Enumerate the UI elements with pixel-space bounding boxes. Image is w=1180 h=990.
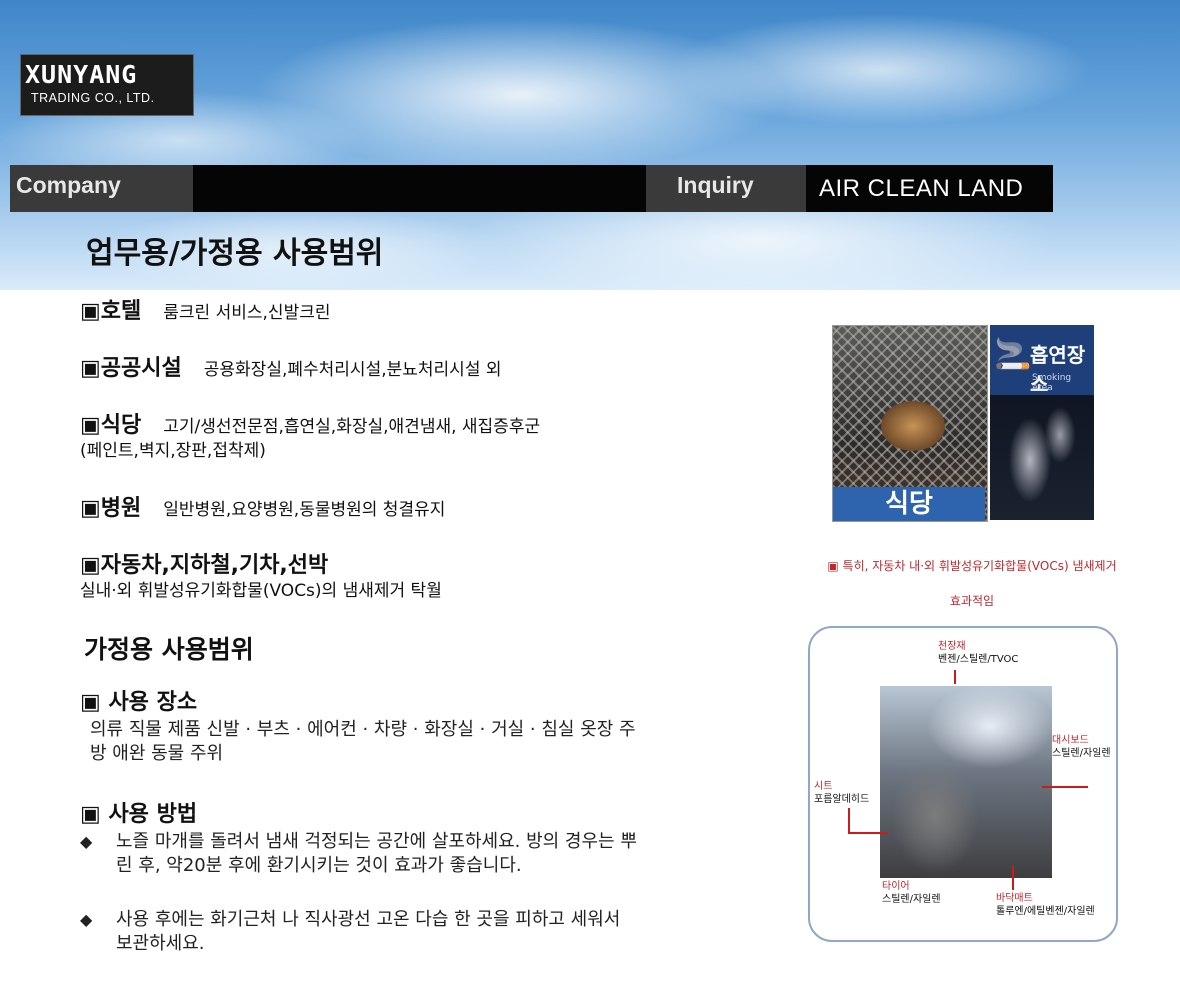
ceiling-arrow: [954, 670, 956, 684]
ceiling-desc: 벤젠/스틸렌/TVOC: [938, 654, 1019, 665]
use-section-hospital: ▣병원 일반병원,요양병원,동물병원의 청결유지: [80, 497, 445, 522]
usage-method-item: ◆ 노즐 마개를 돌려서 냄새 걱정되는 공간에 살포하세요. 방의 경우는 뿌…: [80, 830, 640, 878]
tire-desc: 스틸렌/자일렌: [882, 894, 941, 905]
usage-place-text: 의류 직물 제품 신발 · 부츠 · 에어컨 · 차량 · 화장실 · 거실 ·…: [90, 719, 636, 764]
usage-method-text: 노즐 마개를 돌려서 냄새 걱정되는 공간에 살포하세요. 방의 경우는 뿌린 …: [116, 831, 637, 876]
use-section-restaurant: ▣식당 고기/생선전문점,흡연실,화장실,애견냄새, 새집증후군 (페인트,벽지,…: [80, 414, 540, 463]
smoking-icon: 🚬: [994, 337, 1032, 372]
company-logo[interactable]: XUNYANG TRADING CO., LTD.: [20, 54, 194, 116]
logo-wordmark: XUNYANG: [25, 60, 138, 89]
nav-bar: Company Inquiry AIR CLEAN LAND: [10, 165, 1053, 212]
smoking-area-image: 🚬 흡연장소 Smoking Area: [990, 325, 1094, 520]
logo-subtitle: TRADING CO., LTD.: [31, 91, 155, 105]
voc-note-line2: 효과적임: [949, 594, 995, 608]
use-description-cont: (페인트,벽지,장판,접착제): [80, 441, 266, 461]
nav-company-link[interactable]: Company: [10, 165, 193, 212]
use-description: 고기/생선전문점,흡연실,화장실,애견냄새, 새집증후군: [163, 417, 541, 437]
use-section-vehicles: ▣자동차,지하철,기차,선박 실내·외 휘발성유기화합물(VOCs)의 냄새제거…: [80, 554, 442, 603]
use-heading: 병원: [100, 496, 142, 521]
use-marker: ▣: [80, 413, 101, 438]
floor-mat-label: 바닥매트 톨루엔/에틸벤젠/자일렌: [996, 892, 1095, 918]
usage-method-text: 사용 후에는 화기근처 나 직사광선 고온 다습 한 곳을 피하고 세워서 보관…: [116, 909, 621, 954]
use-marker: ▣: [80, 496, 101, 521]
use-section-public: ▣공공시설 공용화장실,폐수처리시설,분뇨처리시설 외: [80, 357, 502, 382]
seat-arrow-horizontal: [848, 832, 888, 834]
tire-label: 타이어 스틸렌/자일렌: [882, 880, 941, 906]
dashboard-desc: 스틸렌/자일렌: [1052, 748, 1111, 759]
floor-mat-title: 바닥매트: [996, 893, 1033, 904]
dashboard-title: 대시보드: [1052, 735, 1089, 746]
diamond-bullet-icon: ◆: [80, 832, 93, 851]
use-heading: 자동차,지하철,기차,선박: [100, 553, 329, 578]
usage-place-heading: ▣ 사용 장소: [80, 690, 198, 715]
ceiling-label: 천장재 벤젠/스틸렌/TVOC: [938, 640, 1018, 666]
usage-method-item: ◆ 사용 후에는 화기근처 나 직사광선 고온 다습 한 곳을 피하고 세워서 …: [80, 908, 640, 956]
page-title: 업무용/가정용 사용범위: [86, 236, 384, 271]
usage-method-heading: ▣ 사용 방법: [80, 802, 198, 827]
use-heading: 공공시설: [100, 356, 182, 381]
dashboard-arrow: [1042, 786, 1088, 788]
smoking-sign-subtitle: Smoking Area: [1032, 373, 1072, 393]
home-use-title: 가정용 사용범위: [84, 635, 254, 664]
floor-mat-arrow: [1012, 866, 1014, 890]
use-description: 일반병원,요양병원,동물병원의 청결유지: [163, 500, 446, 520]
smoking-area-sign: 🚬 흡연장소 Smoking Area: [990, 325, 1094, 396]
seat-label: 시트 포름알데히드: [814, 780, 869, 806]
use-section-hotel: ▣호텔 룸크린 서비스,신발크린: [80, 300, 331, 325]
restaurant-label: 식당: [833, 487, 985, 521]
use-marker: ▣: [80, 356, 101, 381]
diamond-bullet-icon: ◆: [80, 910, 93, 929]
nav-inquiry-link[interactable]: Inquiry: [646, 165, 806, 212]
floor-mat-desc: 톨루엔/에틸벤젠/자일렌: [996, 906, 1095, 917]
use-heading: 호텔: [100, 299, 142, 324]
dashboard-label: 대시보드 스틸렌/자일렌: [1052, 734, 1111, 760]
voc-note-line1: ▣ 특히, 자동차 내·외 휘발성유기화합물(VOCs) 냄새제거: [827, 559, 1117, 573]
nav-brand-title[interactable]: AIR CLEAN LAND: [806, 165, 1053, 212]
seat-arrow-vertical: [848, 808, 850, 834]
restaurant-grill-image: 식당: [832, 325, 988, 522]
use-description: 룸크린 서비스,신발크린: [163, 303, 331, 323]
ceiling-title: 천장재: [938, 641, 966, 652]
use-marker: ▣: [80, 553, 101, 578]
seat-desc: 포름알데히드: [814, 794, 870, 805]
tire-title: 타이어: [882, 881, 910, 892]
use-heading: 식당: [100, 413, 142, 438]
seat-title: 시트: [814, 781, 833, 792]
car-interior-image: [880, 686, 1052, 878]
use-description-cont: 실내·외 휘발성유기화합물(VOCs)의 냄새제거 탁월: [80, 581, 442, 601]
car-interior-panel: 천장재 벤젠/스틸렌/TVOC 대시보드 스틸렌/자일렌 시트 포름알데히드 타…: [808, 626, 1118, 942]
use-marker: ▣: [80, 299, 101, 324]
use-description: 공용화장실,폐수처리시설,분뇨처리시설 외: [203, 360, 502, 380]
